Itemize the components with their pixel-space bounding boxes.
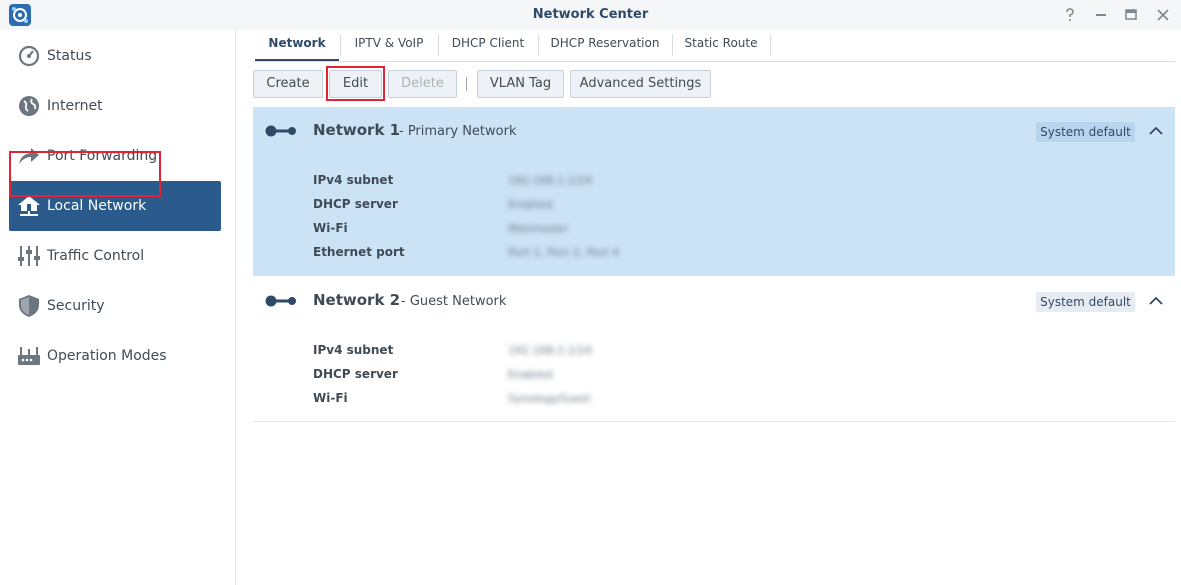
network-link-icon <box>265 125 296 137</box>
help-icon[interactable] <box>1061 6 1079 24</box>
home-network-icon <box>18 196 40 216</box>
prop-label-dhcp-server: DHCP server <box>313 367 398 381</box>
sidebar-item-operation-modes[interactable]: Operation Modes <box>9 331 221 381</box>
forward-arrow-icon <box>19 148 39 164</box>
sidebar-item-label: Operation Modes <box>47 348 167 364</box>
network-panel-1[interactable]: Network 1 - Primary Network System defau… <box>253 107 1175 276</box>
sidebar-item-label: Internet <box>47 98 103 114</box>
prop-label-dhcp-server: DHCP server <box>313 197 398 211</box>
sidebar-item-traffic-control[interactable]: Traffic Control <box>9 231 221 281</box>
title-bar: Network Center <box>0 0 1181 30</box>
prop-label-ipv4-subnet: IPv4 subnet <box>313 343 394 357</box>
prop-value-dhcp-server: Enabled <box>508 368 553 381</box>
tab-divider <box>770 34 771 56</box>
tab-iptv-voip[interactable]: IPTV & VoIP <box>341 30 437 61</box>
sidebar-item-label: Port Forwarding <box>47 148 158 164</box>
network-name: Network 1 <box>313 121 401 139</box>
prop-value-ipv4-subnet: 192.168.2.1/24 <box>508 344 593 357</box>
tab-dhcp-client[interactable]: DHCP Client <box>439 30 537 61</box>
network-subtitle: - Guest Network <box>401 294 507 309</box>
create-button[interactable]: Create <box>253 70 323 98</box>
prop-value-wifi: SynologyGuest <box>508 392 591 405</box>
prop-label-wifi: Wi-Fi <box>313 221 348 235</box>
sidebar-item-label: Status <box>47 48 92 64</box>
sidebar-item-security[interactable]: Security <box>9 281 221 331</box>
maximize-icon[interactable] <box>1122 6 1140 24</box>
globe-icon <box>19 96 39 116</box>
sidebar-item-internet[interactable]: Internet <box>9 81 221 131</box>
delete-button[interactable]: Delete <box>388 70 457 98</box>
prop-label-ipv4-subnet: IPv4 subnet <box>313 173 394 187</box>
edit-button[interactable]: Edit <box>329 70 382 98</box>
prop-value-ipv4-subnet: 192.168.1.1/24 <box>508 174 593 187</box>
toolbar-divider <box>466 77 467 91</box>
prop-label-ethernet-port: Ethernet port <box>313 245 405 259</box>
tab-bar: Network IPTV & VoIP DHCP Client DHCP Res… <box>253 30 1175 62</box>
advanced-settings-button[interactable]: Advanced Settings <box>570 70 711 98</box>
sidebar-item-label: Security <box>47 298 105 314</box>
tab-dhcp-reservation[interactable]: DHCP Reservation <box>539 30 671 61</box>
prop-label-wifi: Wi-Fi <box>313 391 348 405</box>
chevron-up-icon[interactable] <box>1149 126 1163 136</box>
close-icon[interactable] <box>1154 6 1172 24</box>
minimize-icon[interactable] <box>1092 6 1110 24</box>
sidebar-item-label: Traffic Control <box>47 248 145 264</box>
network-panel-2[interactable]: Network 2 - Guest Network System default… <box>253 277 1175 422</box>
network-subtitle: - Primary Network <box>399 124 517 139</box>
router-icon <box>18 347 40 365</box>
gauge-icon <box>18 45 40 67</box>
sidebar: Status Internet Port Forwarding Local Ne… <box>0 30 236 585</box>
prop-value-dhcp-server: Enabled <box>508 198 553 211</box>
system-default-badge: System default <box>1036 292 1135 312</box>
prop-value-wifi: Mainrouter <box>508 222 568 235</box>
network-name: Network 2 <box>313 291 401 309</box>
network-link-icon <box>265 295 296 307</box>
system-default-badge: System default <box>1036 122 1135 142</box>
sidebar-item-port-forwarding[interactable]: Port Forwarding <box>9 131 221 181</box>
chevron-up-icon[interactable] <box>1149 296 1163 306</box>
sidebar-item-status[interactable]: Status <box>9 31 221 81</box>
sidebar-item-local-network[interactable]: Local Network <box>9 181 221 231</box>
shield-icon <box>19 295 39 317</box>
sidebar-item-label: Local Network <box>47 198 147 214</box>
sliders-icon <box>18 246 40 266</box>
prop-value-ethernet-port: Port 1, Port 2, Port 4 <box>508 246 619 259</box>
tab-static-route[interactable]: Static Route <box>673 30 769 61</box>
tab-network[interactable]: Network <box>255 30 339 61</box>
window-title: Network Center <box>532 7 649 22</box>
vlan-tag-button[interactable]: VLAN Tag <box>477 70 564 98</box>
